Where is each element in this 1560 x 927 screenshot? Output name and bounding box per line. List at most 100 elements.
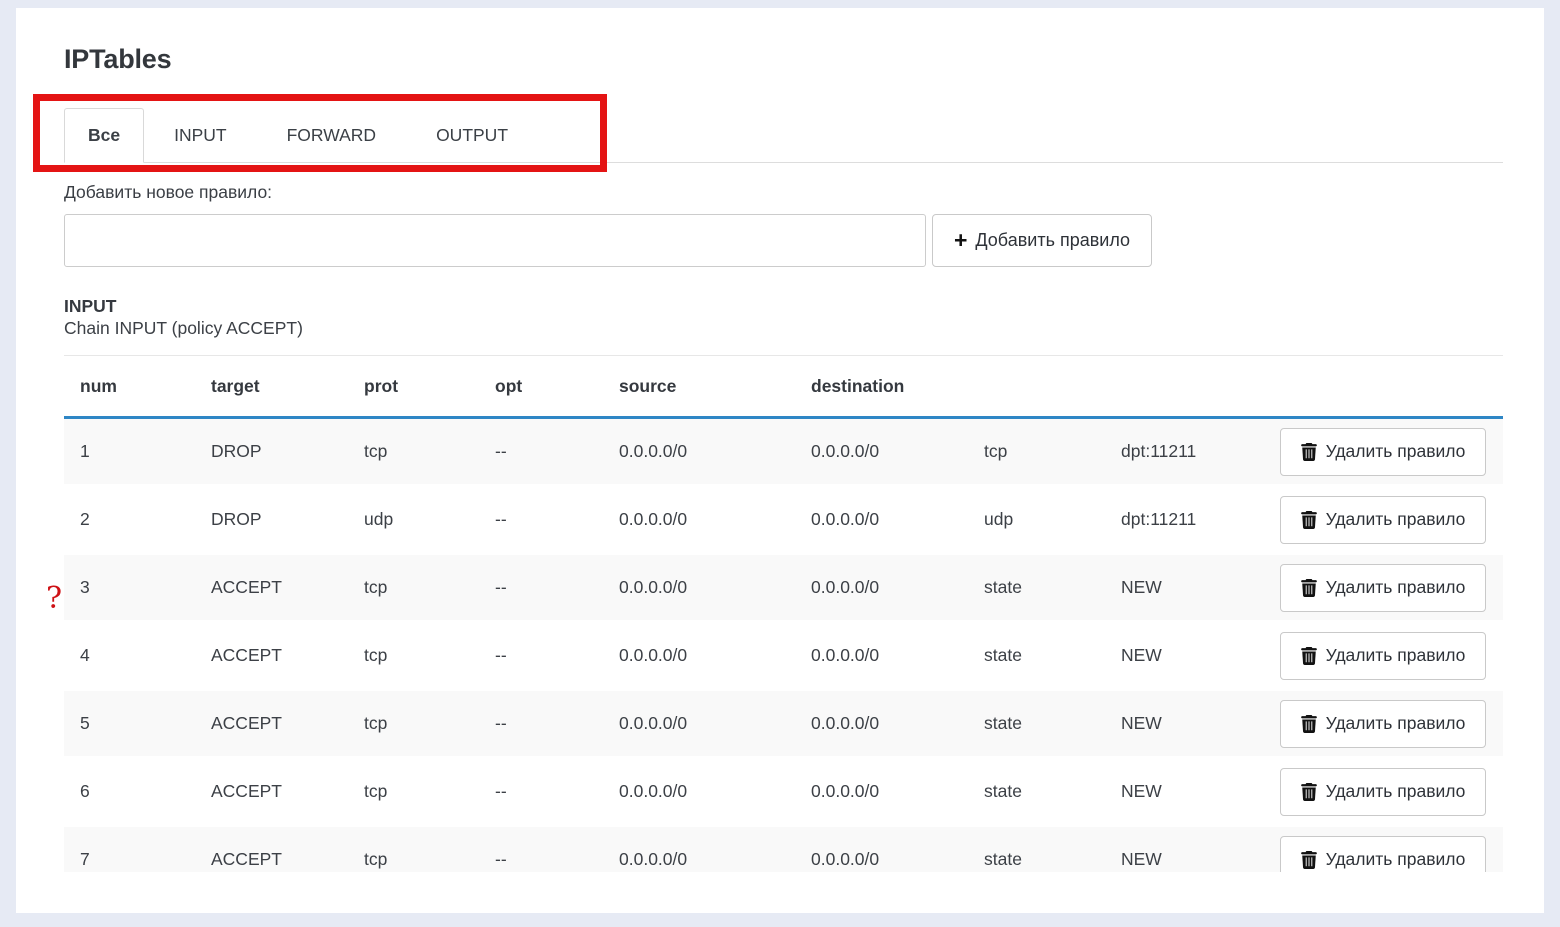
- delete-rule-button[interactable]: Удалить правило: [1280, 632, 1486, 680]
- delete-rule-button-label: Удалить правило: [1326, 441, 1466, 462]
- col-header-opt: opt: [479, 356, 603, 418]
- delete-rule-button-label: Удалить правило: [1326, 509, 1466, 530]
- rule-cell-prot: tcp: [348, 554, 479, 622]
- table-header-row: num target prot opt source destination: [64, 356, 1503, 418]
- delete-rule-button-label: Удалить правило: [1326, 645, 1466, 666]
- trash-icon: [1301, 783, 1317, 801]
- add-rule-button-label: Добавить правило: [975, 230, 1130, 251]
- delete-rule-button[interactable]: Удалить правило: [1280, 836, 1486, 873]
- rule-cell-num: 1: [64, 418, 195, 486]
- rule-cell-destination: 0.0.0.0/0: [795, 554, 968, 622]
- tab-output[interactable]: OUTPUT: [406, 108, 538, 162]
- content-card: IPTables Все INPUT FORWARD OUTPUT Добави…: [16, 8, 1544, 913]
- rule-cell-source: 0.0.0.0/0: [603, 690, 795, 758]
- col-header-extra2: [1105, 356, 1264, 418]
- col-header-extra1: [968, 356, 1105, 418]
- rule-cell-extra1: udp: [968, 486, 1105, 554]
- rule-cell-target: ACCEPT: [195, 826, 348, 873]
- rule-cell-opt: --: [479, 418, 603, 486]
- rule-row: 6ACCEPTtcp--0.0.0.0/00.0.0.0/0stateNEWУд…: [64, 758, 1503, 826]
- rule-cell-extra1: state: [968, 622, 1105, 690]
- rule-row: 5ACCEPTtcp--0.0.0.0/00.0.0.0/0stateNEWУд…: [64, 690, 1503, 758]
- tab-forward[interactable]: FORWARD: [257, 108, 406, 162]
- rule-cell-extra1: state: [968, 758, 1105, 826]
- add-rule-form: + Добавить правило: [64, 214, 1503, 267]
- rule-cell-source: 0.0.0.0/0: [603, 486, 795, 554]
- add-rule-button[interactable]: + Добавить правило: [932, 214, 1152, 267]
- rule-cell-num: 3: [64, 554, 195, 622]
- rule-cell-actions: Удалить правило: [1264, 418, 1503, 486]
- delete-rule-button[interactable]: Удалить правило: [1280, 428, 1486, 476]
- delete-rule-button[interactable]: Удалить правило: [1280, 496, 1486, 544]
- rule-cell-extra2: dpt:11211: [1105, 418, 1264, 486]
- rule-cell-destination: 0.0.0.0/0: [795, 826, 968, 873]
- rule-cell-actions: Удалить правило: [1264, 554, 1503, 622]
- col-header-destination: destination: [795, 356, 968, 418]
- rule-cell-source: 0.0.0.0/0: [603, 622, 795, 690]
- rule-cell-prot: tcp: [348, 690, 479, 758]
- rule-cell-target: ACCEPT: [195, 622, 348, 690]
- rule-cell-num: 7: [64, 826, 195, 873]
- new-rule-input[interactable]: [64, 214, 926, 267]
- col-header-num: num: [64, 356, 195, 418]
- rule-cell-prot: tcp: [348, 418, 479, 486]
- rule-cell-extra1: tcp: [968, 418, 1105, 486]
- chain-policy: Chain INPUT (policy ACCEPT): [64, 317, 1503, 339]
- tab-all[interactable]: Все: [64, 108, 144, 163]
- rule-cell-extra2: NEW: [1105, 554, 1264, 622]
- rule-cell-extra2: NEW: [1105, 622, 1264, 690]
- rule-cell-actions: Удалить правило: [1264, 690, 1503, 758]
- rule-cell-num: 5: [64, 690, 195, 758]
- rule-cell-extra2: NEW: [1105, 690, 1264, 758]
- rule-cell-extra2: dpt:11211: [1105, 486, 1264, 554]
- rule-cell-opt: --: [479, 554, 603, 622]
- rule-cell-opt: --: [479, 826, 603, 873]
- chain-tabs: Все INPUT FORWARD OUTPUT: [64, 108, 1503, 163]
- rule-cell-target: DROP: [195, 486, 348, 554]
- rule-cell-extra1: state: [968, 554, 1105, 622]
- rule-row: 1DROPtcp--0.0.0.0/00.0.0.0/0tcpdpt:11211…: [64, 418, 1503, 486]
- rule-cell-prot: udp: [348, 486, 479, 554]
- trash-icon: [1301, 579, 1317, 597]
- rule-cell-num: 2: [64, 486, 195, 554]
- rule-cell-extra1: state: [968, 690, 1105, 758]
- rule-cell-target: DROP: [195, 418, 348, 486]
- page-title: IPTables: [64, 8, 1503, 73]
- rule-cell-source: 0.0.0.0/0: [603, 826, 795, 873]
- trash-icon: [1301, 443, 1317, 461]
- rule-cell-destination: 0.0.0.0/0: [795, 758, 968, 826]
- rule-cell-actions: Удалить правило: [1264, 622, 1503, 690]
- delete-rule-button[interactable]: Удалить правило: [1280, 564, 1486, 612]
- rule-cell-destination: 0.0.0.0/0: [795, 486, 968, 554]
- tab-input[interactable]: INPUT: [144, 108, 257, 162]
- rules-table: num target prot opt source destination 1…: [64, 355, 1503, 872]
- delete-rule-button-label: Удалить правило: [1326, 781, 1466, 802]
- delete-rule-button-label: Удалить правило: [1326, 577, 1466, 598]
- rule-cell-actions: Удалить правило: [1264, 826, 1503, 873]
- rule-cell-num: 4: [64, 622, 195, 690]
- rule-cell-opt: --: [479, 622, 603, 690]
- add-rule-label: Добавить новое правило:: [64, 182, 1503, 203]
- rule-row: 7ACCEPTtcp--0.0.0.0/00.0.0.0/0stateNEWУд…: [64, 826, 1503, 873]
- rule-cell-extra2: NEW: [1105, 758, 1264, 826]
- delete-rule-button[interactable]: Удалить правило: [1280, 768, 1486, 816]
- rules-table-body: 1DROPtcp--0.0.0.0/00.0.0.0/0tcpdpt:11211…: [64, 418, 1503, 873]
- rule-cell-num: 6: [64, 758, 195, 826]
- rule-cell-prot: tcp: [348, 622, 479, 690]
- trash-icon: [1301, 511, 1317, 529]
- rule-cell-opt: --: [479, 690, 603, 758]
- plus-icon: +: [954, 229, 967, 252]
- rule-cell-actions: Удалить правило: [1264, 486, 1503, 554]
- rule-cell-actions: Удалить правило: [1264, 758, 1503, 826]
- delete-rule-button[interactable]: Удалить правило: [1280, 700, 1486, 748]
- trash-icon: [1301, 647, 1317, 665]
- rule-cell-destination: 0.0.0.0/0: [795, 622, 968, 690]
- rule-cell-prot: tcp: [348, 826, 479, 873]
- rule-cell-source: 0.0.0.0/0: [603, 758, 795, 826]
- rule-cell-target: ACCEPT: [195, 690, 348, 758]
- rule-cell-target: ACCEPT: [195, 758, 348, 826]
- rule-row: 3ACCEPTtcp--0.0.0.0/00.0.0.0/0stateNEWУд…: [64, 554, 1503, 622]
- col-header-source: source: [603, 356, 795, 418]
- chain-section-header: INPUT Chain INPUT (policy ACCEPT): [64, 295, 1503, 339]
- rule-cell-extra1: state: [968, 826, 1105, 873]
